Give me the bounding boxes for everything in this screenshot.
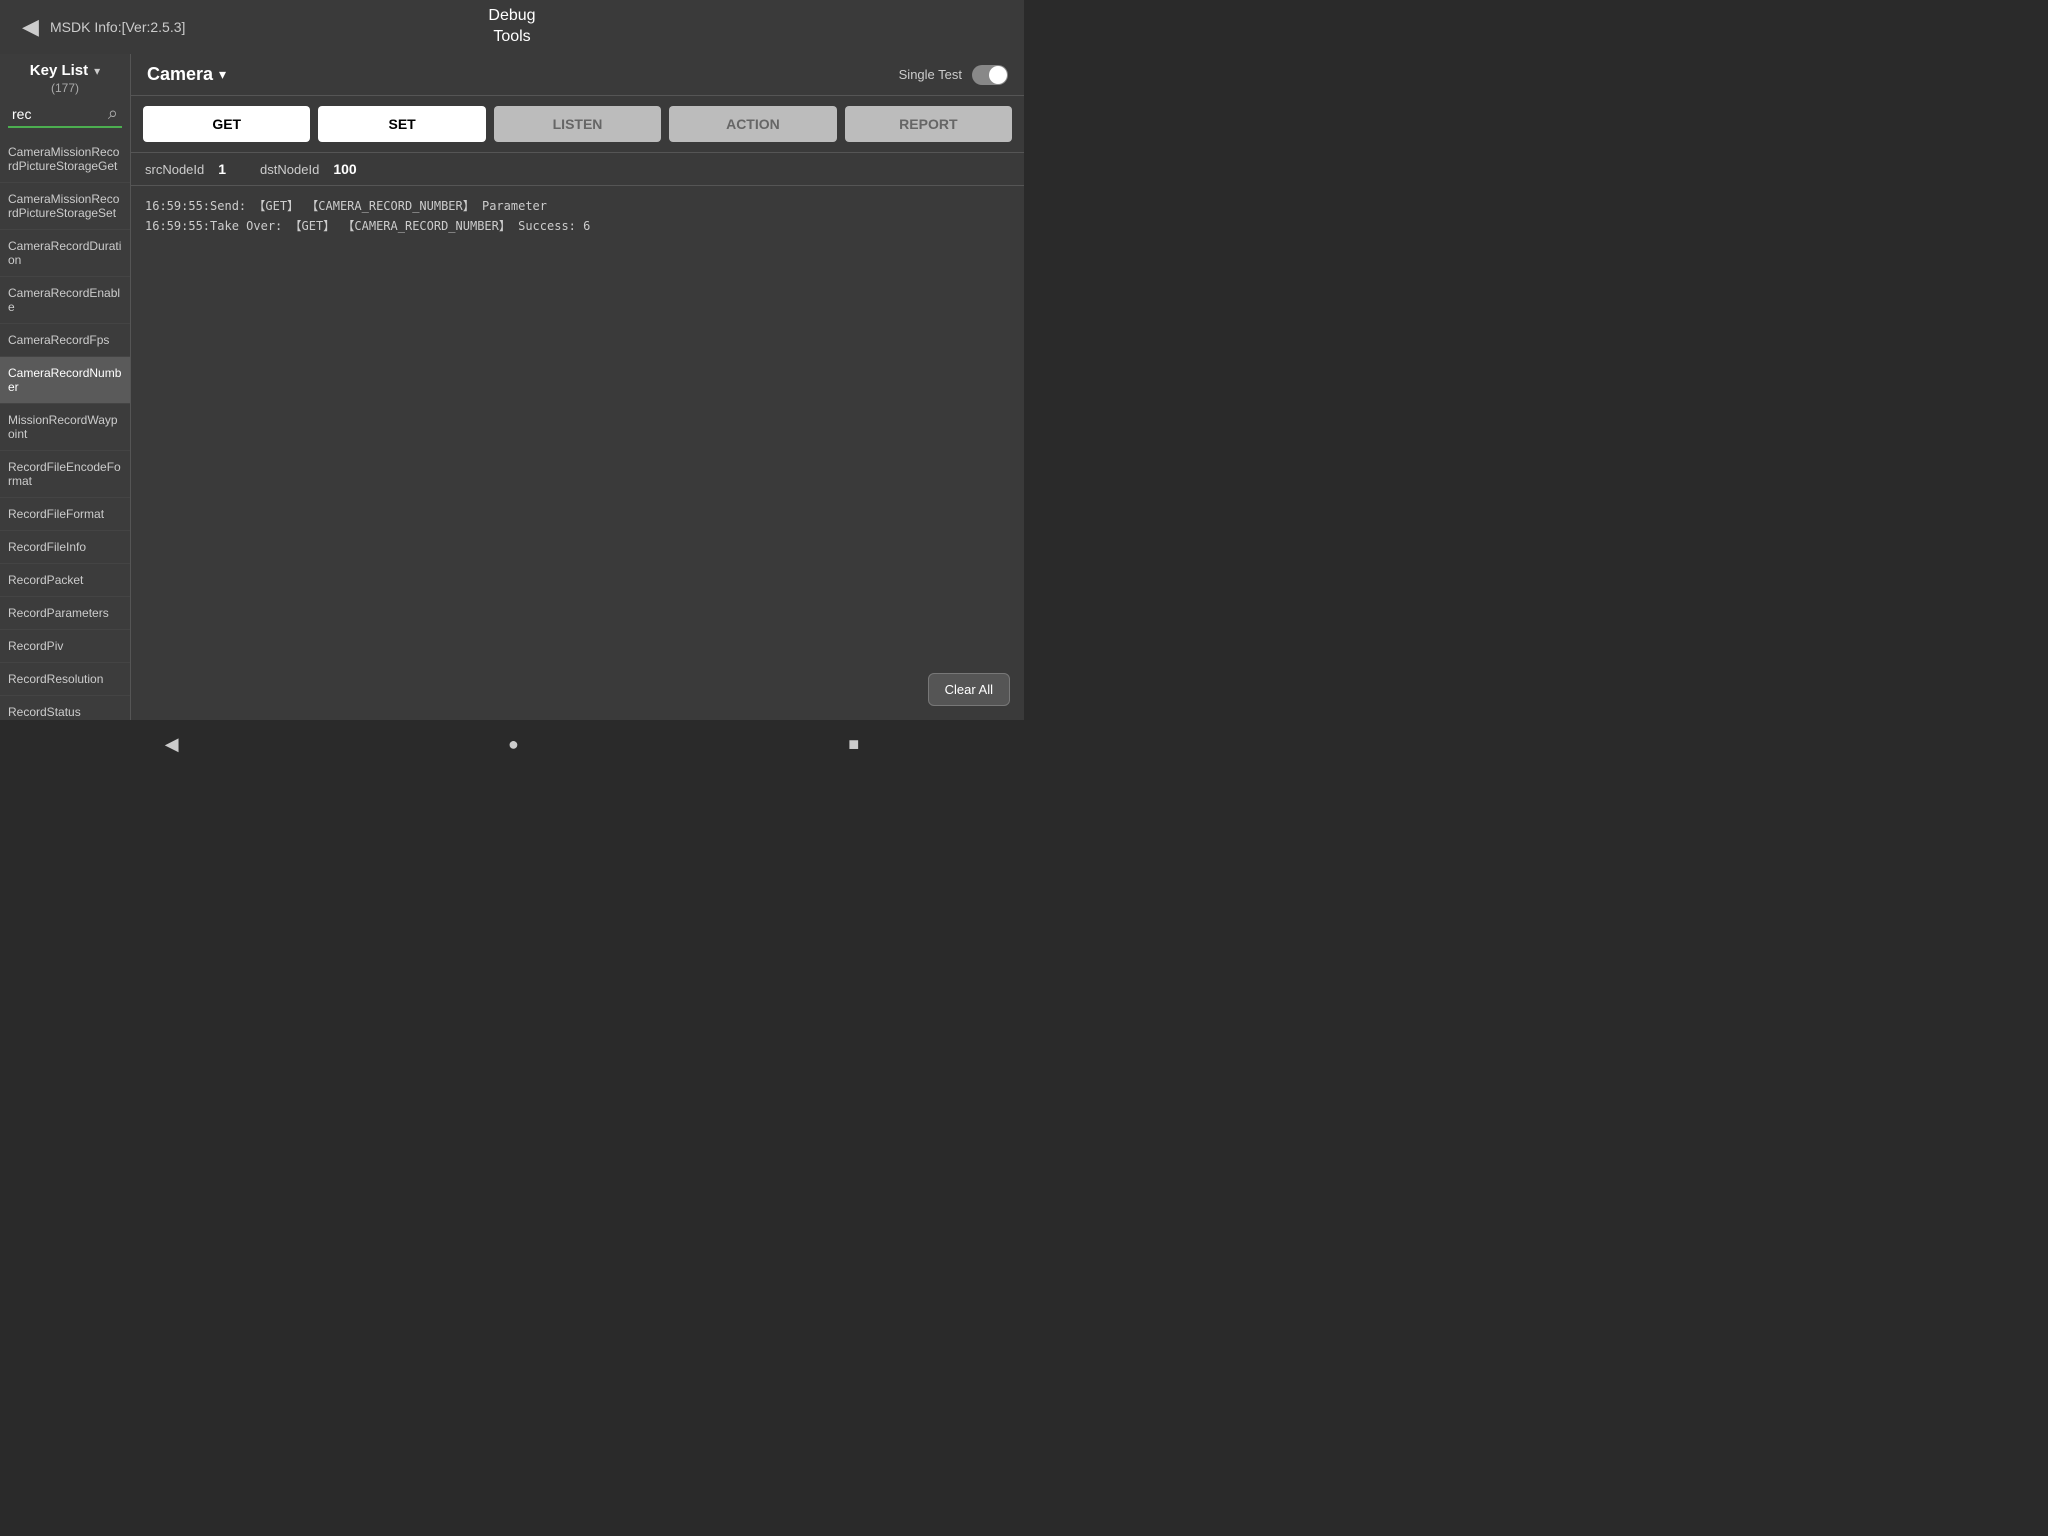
action-btn-get[interactable]: GET bbox=[143, 106, 310, 142]
top-bar: ◀ MSDK Info:[Ver:2.5.3] Debug Tools bbox=[0, 0, 1024, 54]
action-btn-set[interactable]: SET bbox=[318, 106, 485, 142]
dropdown-icon: ▾ bbox=[219, 66, 226, 83]
sidebar: Key List ▾ (177) ⌕ CameraMissionRecordPi… bbox=[0, 54, 130, 720]
chevron-down-icon[interactable]: ▾ bbox=[94, 64, 100, 78]
list-item[interactable]: MissionRecordWaypoint bbox=[0, 404, 130, 451]
action-btn-action[interactable]: ACTION bbox=[669, 106, 836, 142]
camera-selector[interactable]: Camera ▾ bbox=[147, 64, 226, 85]
node-row: srcNodeId 1 dstNodeId 100 bbox=[131, 153, 1024, 186]
version-info: MSDK Info:[Ver:2.5.3] bbox=[50, 19, 185, 35]
search-icon: ⌕ bbox=[108, 103, 118, 124]
list-item[interactable]: RecordFileInfo bbox=[0, 531, 130, 564]
list-item[interactable]: CameraMissionRecordPictureStorageSet bbox=[0, 183, 130, 230]
nav-recent-button[interactable]: ■ bbox=[828, 726, 879, 763]
src-node-value: 1 bbox=[218, 161, 226, 177]
right-panel: Camera ▾ Single Test GETSETLISTENACTIONR… bbox=[130, 54, 1024, 720]
list-item[interactable]: RecordFileEncodeFormat bbox=[0, 451, 130, 498]
list-item[interactable]: CameraRecordFps bbox=[0, 324, 130, 357]
list-item[interactable]: RecordPiv bbox=[0, 630, 130, 663]
log-line: 16:59:55:Send: 【GET】 【CAMERA_RECORD_NUMB… bbox=[145, 196, 1010, 216]
list-item[interactable]: CameraRecordDuration bbox=[0, 230, 130, 277]
sidebar-count: (177) bbox=[0, 81, 130, 101]
search-input[interactable] bbox=[12, 106, 108, 122]
sidebar-header: Key List ▾ bbox=[0, 54, 130, 81]
list-item[interactable]: RecordParameters bbox=[0, 597, 130, 630]
single-test-label: Single Test bbox=[899, 67, 962, 82]
clear-all-button[interactable]: Clear All bbox=[928, 673, 1010, 706]
bottom-nav: ◀ ● ■ bbox=[0, 720, 1024, 768]
log-area: 16:59:55:Send: 【GET】 【CAMERA_RECORD_NUMB… bbox=[131, 186, 1024, 720]
single-test-toggle[interactable] bbox=[972, 65, 1008, 85]
nav-back-button[interactable]: ◀ bbox=[145, 726, 199, 763]
action-buttons: GETSETLISTENACTIONREPORT bbox=[131, 96, 1024, 153]
list-item[interactable]: CameraMissionRecordPictureStorageGet bbox=[0, 136, 130, 183]
list-item[interactable]: RecordStatus bbox=[0, 696, 130, 720]
camera-label: Camera bbox=[147, 64, 213, 85]
list-item[interactable]: CameraRecordNumber bbox=[0, 357, 130, 404]
list-item[interactable]: RecordFileFormat bbox=[0, 498, 130, 531]
sidebar-list: CameraMissionRecordPictureStorageGetCame… bbox=[0, 136, 130, 720]
log-line: 16:59:55:Take Over: 【GET】 【CAMERA_RECORD… bbox=[145, 216, 1010, 236]
toggle-knob bbox=[989, 66, 1007, 84]
list-item[interactable]: RecordResolution bbox=[0, 663, 130, 696]
action-btn-report[interactable]: REPORT bbox=[845, 106, 1012, 142]
action-btn-listen[interactable]: LISTEN bbox=[494, 106, 661, 142]
list-item[interactable]: RecordPacket bbox=[0, 564, 130, 597]
panel-header: Camera ▾ Single Test bbox=[131, 54, 1024, 96]
sidebar-title: Key List bbox=[30, 62, 88, 79]
dst-node-label: dstNodeId bbox=[260, 162, 319, 177]
dst-node-value: 100 bbox=[333, 161, 356, 177]
back-button[interactable]: ◀ bbox=[14, 10, 47, 44]
single-test-row: Single Test bbox=[899, 65, 1008, 85]
search-box: ⌕ bbox=[8, 101, 122, 128]
page-title: Debug Tools bbox=[488, 6, 535, 48]
src-node-label: srcNodeId bbox=[145, 162, 204, 177]
list-item[interactable]: CameraRecordEnable bbox=[0, 277, 130, 324]
main-content: Key List ▾ (177) ⌕ CameraMissionRecordPi… bbox=[0, 54, 1024, 720]
nav-home-button[interactable]: ● bbox=[488, 726, 539, 763]
